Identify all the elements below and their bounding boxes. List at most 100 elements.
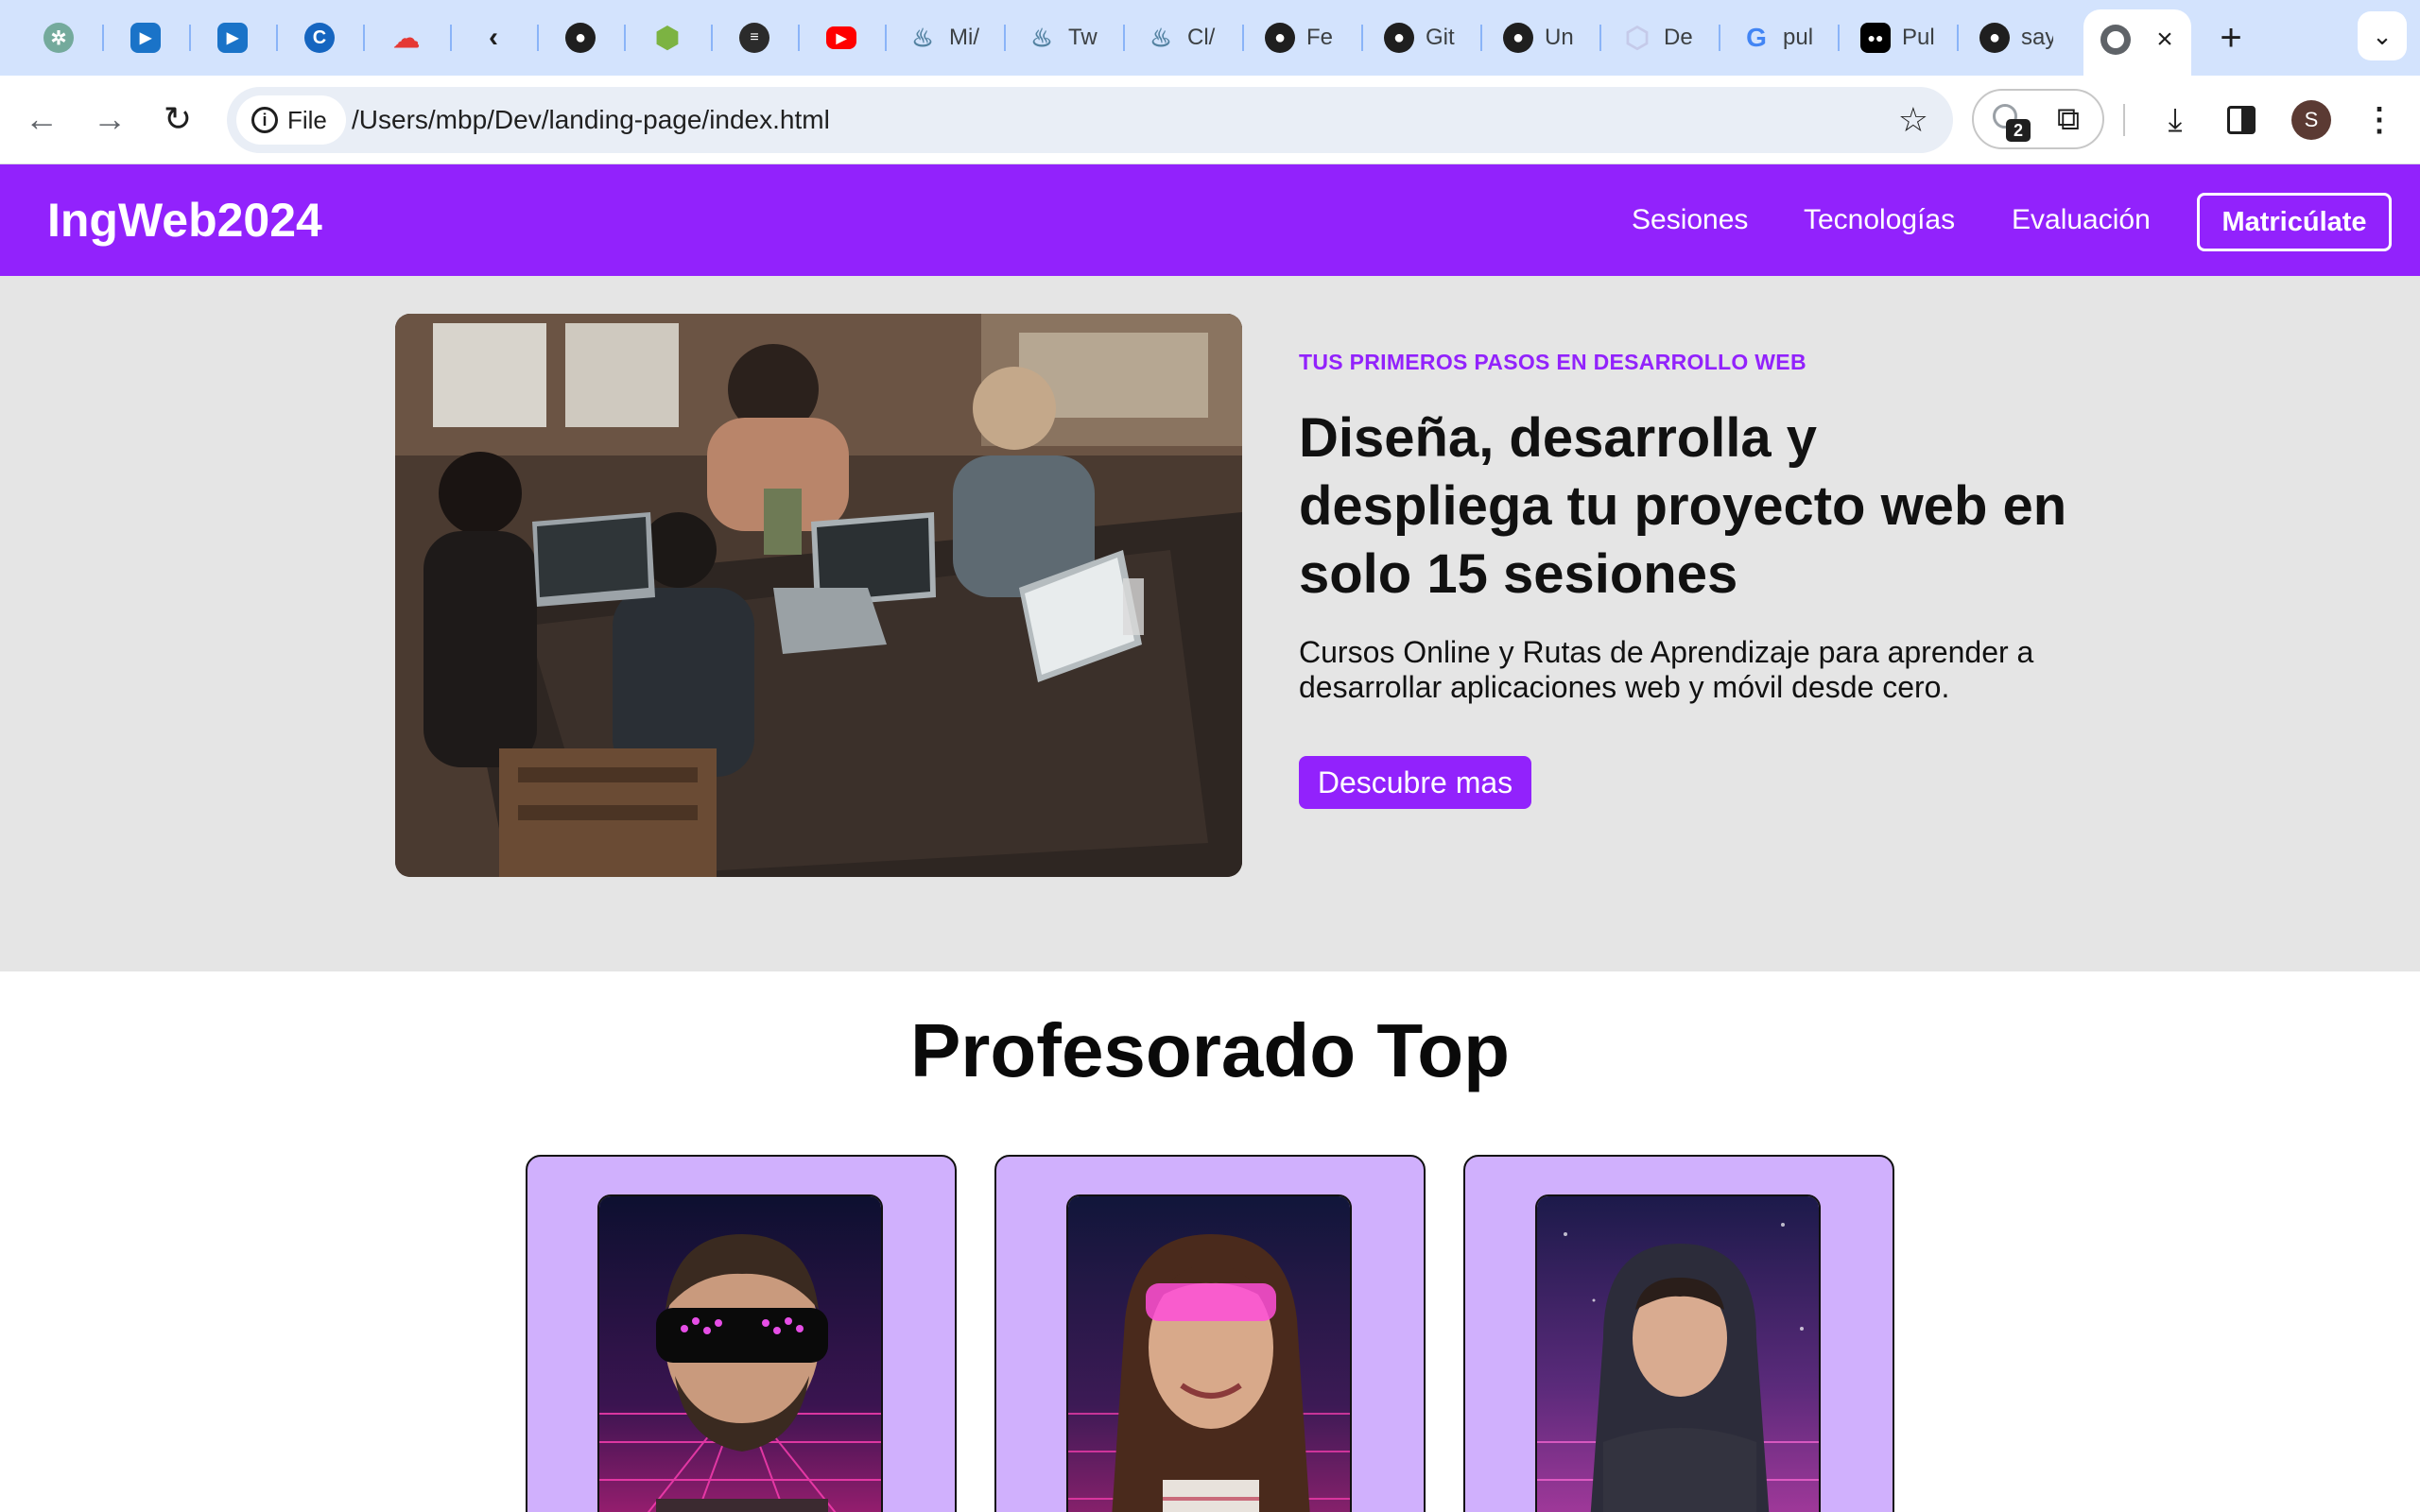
tab-title: Mi/ [949,25,979,50]
chatgpt-icon: ✲ [43,23,74,53]
back-button[interactable]: ← [19,96,64,142]
hero-lead: Cursos Online y Rutas de Aprendizaje par… [1299,635,2034,704]
google-icon: G [1746,23,1767,52]
tab-17[interactable]: ⬡ De [1622,13,1696,62]
tab-16[interactable]: ● Un [1503,13,1577,62]
site-logo[interactable]: IngWeb2024 [47,164,322,276]
site-info-chip[interactable]: i File [236,95,346,145]
tab-divider [1838,25,1840,51]
tab-9[interactable]: ≡ [739,13,769,62]
java-icon: ♨ [911,23,934,52]
tab-14[interactable]: ● Fe [1265,13,1339,62]
discover-more-button[interactable]: Descubre mas [1299,756,1531,809]
tab-4[interactable]: C [304,13,335,62]
url-text[interactable]: /Users/mbp/Dev/landing-page/index.html [352,87,830,153]
toolbar-divider [2123,104,2125,136]
tab-title: Cl/ [1187,25,1216,50]
tab-12[interactable]: ♨ Tw [1027,13,1100,62]
cloud-icon: ☁ [393,23,420,53]
github-icon: ● [1384,23,1414,53]
tab-19[interactable]: ●● Pul [1860,13,1934,62]
tab-divider [1123,25,1125,51]
notes-icon: ≡ [739,23,769,53]
tab-divider [1957,25,1959,51]
tab-divider [885,25,887,51]
new-tab-button[interactable]: + [2208,15,2254,60]
github-icon: ● [565,23,596,53]
tab-2[interactable]: ▶ [130,13,161,62]
leetcode-icon: ‹ [489,22,498,53]
tab-18[interactable]: Gpul [1741,13,1815,62]
tab-divider [1242,25,1244,51]
tab-20[interactable]: ● say [1979,13,2053,62]
tab-11[interactable]: ♨ Mi/ [908,13,981,62]
forward-button[interactable]: → [87,96,132,142]
nav-link-evaluacion[interactable]: Evaluación [2012,164,2151,276]
info-icon: i [251,107,278,133]
tab-5[interactable]: ☁ [391,13,422,62]
section-title: Profesorado Top [909,1008,1511,1092]
extension-button[interactable]: 2 [1991,102,2031,142]
tab-8[interactable]: ⬢ [652,13,683,62]
tab-divider [363,25,365,51]
tab-active[interactable]: × [2083,9,2191,76]
nav-link-sesiones[interactable]: Sesiones [1632,164,1748,276]
tab-divider [1004,25,1006,51]
tab-1[interactable]: ✲ [43,13,74,62]
teacher-photo-illustration [1068,1196,1350,1512]
bookmark-star-icon[interactable]: ☆ [1898,87,1928,153]
teacher-card [1463,1155,1894,1512]
extension-badge: 2 [2006,119,2031,142]
tab-13[interactable]: ♨ Cl/ [1146,13,1219,62]
close-icon[interactable]: × [2146,21,2184,59]
tab-7[interactable]: ● [565,13,596,62]
extensions-group: 2 ⧉ [1972,89,2104,149]
tab-divider [450,25,452,51]
video-icon: ▶ [217,23,248,53]
avatar[interactable]: S [2291,100,2331,140]
medium-icon: ●● [1860,23,1891,53]
enroll-button[interactable]: Matricúlate [2197,193,2392,251]
java-icon: ♨ [1150,23,1172,52]
tab-divider [798,25,800,51]
tab-3[interactable]: ▶ [217,13,248,62]
teacher-photo [597,1194,883,1512]
site-header: IngWeb2024 Sesiones Tecnologías Evaluaci… [0,164,2420,276]
teacher-photo-illustration [599,1196,881,1512]
browser-toolbar: ← → ↻ i File /Users/mbp/Dev/landing-page… [0,76,2420,164]
chevron-down-icon[interactable]: ⌄ [2358,11,2407,60]
tab-strip: ✲ ▶ ▶ C ☁ ‹ ● ⬢ ≡ ▶ ♨ Mi/ ♨ Tw ♨ Cl/ ● Fe ● G… [0,0,2420,76]
c-logo-icon: C [304,23,335,53]
tab-divider [1719,25,1720,51]
tab-15[interactable]: ● Git [1384,13,1458,62]
tab-divider [711,25,713,51]
github-icon: ● [1979,23,2010,53]
hero-section: TUS PRIMEROS PASOS EN DESARROLLO WEB Dis… [0,276,2420,971]
download-icon[interactable]: ⤓ [2152,96,2199,144]
tab-divider [624,25,626,51]
puzzle-icon[interactable]: ⧉ [2049,100,2087,138]
hero-photo-illustration [395,314,1242,877]
reload-button[interactable]: ↻ [155,96,200,142]
tab-title: say [2021,25,2053,50]
nav-link-tecnologias[interactable]: Tecnologías [1804,164,1955,276]
tab-6[interactable]: ‹ [478,13,509,62]
tab-title: Pul [1902,25,1934,50]
tab-title: Un [1545,25,1574,50]
tab-title: Fe [1306,25,1334,50]
teacher-card [994,1155,1426,1512]
tab-10[interactable]: ▶ [826,13,856,62]
tab-divider [102,25,104,51]
hero-eyebrow: TUS PRIMEROS PASOS EN DESARROLLO WEB [1299,350,1806,374]
address-bar[interactable]: i File /Users/mbp/Dev/landing-page/index… [227,87,1953,153]
tab-title: Tw [1068,25,1098,50]
tab-divider [189,25,191,51]
tab-divider [1480,25,1482,51]
tab-title: De [1664,25,1693,50]
github-icon: ● [1265,23,1295,53]
menu-icon[interactable]: ⋮ [2363,96,2395,144]
side-panel-icon[interactable] [2227,106,2256,134]
teacher-photo-illustration [1537,1196,1819,1512]
teacher-card [526,1155,957,1512]
youtube-icon: ▶ [826,26,856,49]
